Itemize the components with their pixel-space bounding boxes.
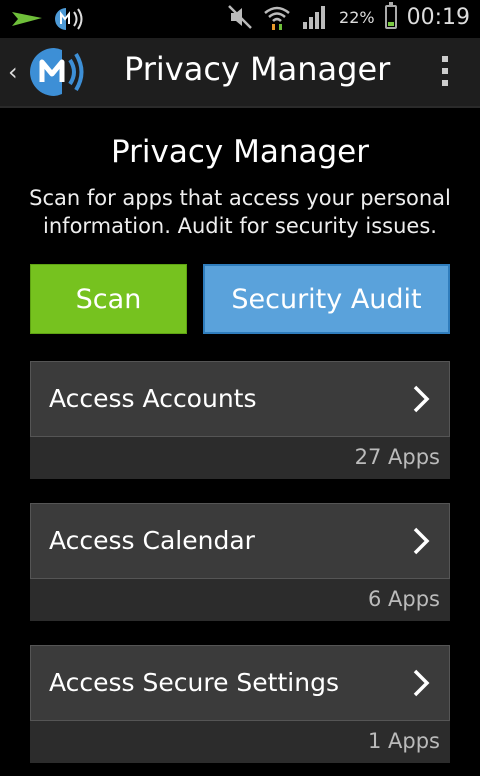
action-bar-title: Privacy Manager	[124, 50, 391, 88]
signal-icon	[303, 6, 326, 29]
page-title: Privacy Manager	[111, 134, 369, 170]
app-count: 27 Apps	[354, 445, 440, 469]
security-audit-button[interactable]: Security Audit	[203, 264, 450, 334]
chevron-right-icon	[413, 669, 430, 697]
category-footer: 27 Apps	[30, 437, 450, 479]
overflow-menu-icon[interactable]	[442, 56, 450, 86]
action-bar: ‹ Privacy Manager	[0, 38, 480, 108]
malwarebytes-notification-icon	[55, 8, 83, 30]
category-label: Access Accounts	[49, 384, 257, 413]
clock: 00:19	[406, 4, 470, 30]
category-footer: 1 Apps	[30, 721, 450, 763]
category-label: Access Secure Settings	[49, 668, 339, 697]
category-header[interactable]: Access Calendar	[30, 503, 450, 579]
category-card-secure-settings[interactable]: Access Secure Settings 1 Apps	[30, 645, 450, 763]
category-card-calendar[interactable]: Access Calendar 6 Apps	[30, 503, 450, 621]
malwarebytes-logo-icon[interactable]	[28, 44, 88, 100]
chevron-right-icon	[413, 527, 430, 555]
battery-percent: 22%	[339, 7, 375, 27]
category-label: Access Calendar	[49, 526, 255, 555]
category-card-accounts[interactable]: Access Accounts 27 Apps	[30, 361, 450, 479]
chevron-right-icon	[413, 385, 430, 413]
category-header[interactable]: Access Accounts	[30, 361, 450, 437]
scan-button[interactable]: Scan	[30, 264, 187, 334]
mute-icon	[228, 5, 252, 29]
app-count: 6 Apps	[367, 587, 440, 611]
wifi-icon	[264, 6, 290, 30]
app-count: 1 Apps	[367, 729, 440, 753]
category-footer: 6 Apps	[30, 579, 450, 621]
page-description: Scan for apps that access your personal …	[29, 186, 451, 238]
up-navigation-icon[interactable]: ‹	[8, 58, 18, 86]
status-bar: 22% 00:19	[0, 0, 480, 38]
category-header[interactable]: Access Secure Settings	[30, 645, 450, 721]
battery-icon	[384, 2, 397, 29]
send-icon	[12, 12, 42, 26]
